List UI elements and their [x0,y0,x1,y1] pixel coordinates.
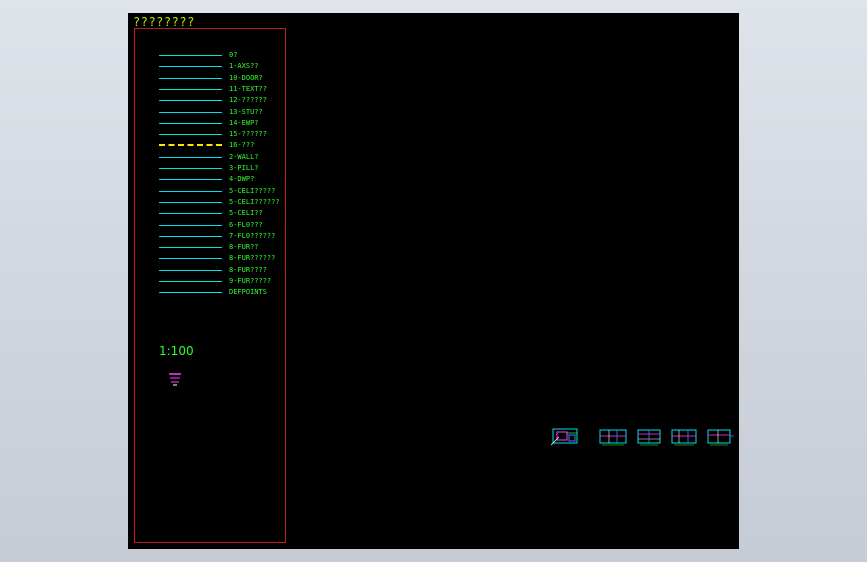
legend-row: 6-FL0??? [135,220,275,230]
legend-linetype-sample [159,224,222,226]
drawing-thumb-4[interactable] [669,425,699,449]
legend-layer-label: 4-DWP? [229,175,255,184]
legend-layer-label: 2-WALL? [229,152,259,161]
legend-layer-label: 8-FUR???? [229,265,267,274]
drawing-thumb-3[interactable] [635,425,663,449]
legend-linetype-sample [159,168,222,169]
legend-linetype-sample [159,88,222,90]
legend-linetype-sample [159,77,222,79]
legend-linetype-sample [159,190,222,192]
scale-symbol-icon [169,373,181,386]
legend-linetype-sample [159,179,222,181]
legend-linetype-sample [159,66,222,68]
legend-linetype-sample [159,269,222,271]
legend-linetype-sample [159,144,222,147]
legend-row: 7-FL0?????? [135,231,275,241]
legend-row: 8-FUR???? [135,265,275,275]
legend-row: 8-FUR?? [135,242,275,252]
scale-label: 1:100 [159,344,194,358]
legend-row: 8-FUR?????? [135,253,275,263]
layer-legend-frame: 0? 1-AXS?? 10-DOOR? 11-TEXT?? 12-?????? 13-ST… [134,28,286,543]
legend-layer-label: 1-AXS?? [229,62,259,71]
legend-row: 10-DOOR? [135,73,275,83]
legend-row: 9-FUR????? [135,276,275,286]
legend-layer-label: 10-DOOR? [229,73,263,82]
legend-row: 14-EWP? [135,118,275,128]
legend-layer-label: 11-TEXT?? [229,84,267,93]
legend-linetype-sample [159,201,222,203]
legend-row: 11-TEXT?? [135,84,275,94]
legend-row: 2-WALL? [135,152,275,162]
legend-row: 16-??? [135,140,275,150]
legend-row: 5-CELI????? [135,186,275,196]
legend-layer-label: DEFPOINTS [229,288,267,297]
legend-layer-label: 9-FUR????? [229,277,272,285]
legend-layer-label: 12-?????? [229,96,267,105]
legend-linetype-sample [159,134,222,136]
legend-row: 5-CELI?????? [135,197,280,207]
legend-layer-label: 6-FL0??? [229,220,263,229]
legend-row: 1-AXS?? [135,61,275,71]
legend-linetype-sample [159,292,222,294]
legend-row: 4-DWP? [135,174,275,184]
legend-layer-label: 15-?????? [229,130,267,139]
legend-layer-label: 8-FUR?????? [229,254,276,263]
legend-layer-label: 5-CELI????? [229,186,276,195]
legend-row: DEFPOINTS [135,287,275,297]
legend-layer-label: 0? [229,51,238,59]
legend-layer-label: 3-PILL? [229,164,259,172]
legend-linetype-sample [159,258,222,260]
legend-layer-label: 8-FUR?? [229,243,259,252]
legend-row: 13-STU?? [135,107,275,117]
legend-layer-label: 13-STU?? [229,107,263,116]
drawing-thumb-5[interactable] [705,425,735,449]
legend-layer-label: 14-EWP? [229,118,259,127]
legend-row: 12-?????? [135,95,275,105]
drawing-thumb-1[interactable] [549,425,581,449]
legend-linetype-sample [159,281,222,282]
legend-layer-label: 16-??? [229,141,255,150]
legend-linetype-sample [159,235,222,237]
legend-row: 3-PILL? [135,163,275,173]
legend-linetype-sample [159,213,222,215]
legend-linetype-sample [159,100,222,102]
legend-layer-label: 7-FL0?????? [229,231,276,240]
cad-model-space[interactable]: ???????? 0? 1-AXS?? 10-DOOR? 11-TEXT?? 12-??… [128,13,739,549]
drawing-title: ???????? [133,15,195,29]
legend-layer-label: 5-CELI?? [229,209,263,218]
legend-linetype-sample [159,55,222,56]
legend-row: 5-CELI?? [135,208,275,218]
legend-linetype-sample [159,156,222,158]
drawing-thumb-2[interactable] [597,425,629,449]
legend-row: 0? [135,50,275,60]
legend-layer-label: 5-CELI?????? [229,197,280,206]
legend-linetype-sample [159,122,222,124]
legend-linetype-sample [159,247,222,249]
legend-row: 15-?????? [135,129,275,139]
legend-linetype-sample [159,111,222,113]
